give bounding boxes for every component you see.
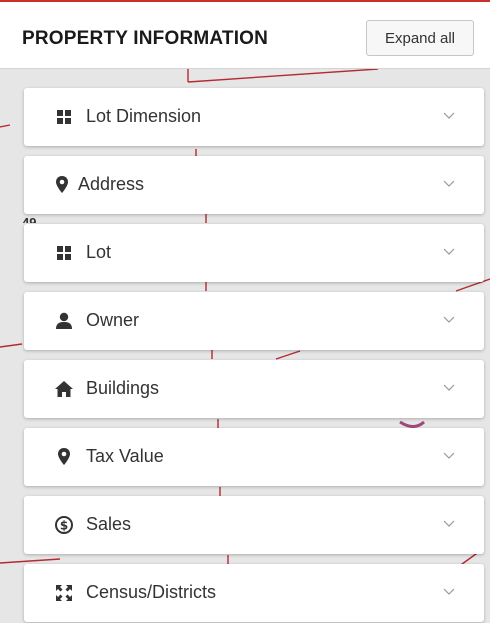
chevron-down-icon	[443, 316, 455, 323]
grid-icon	[57, 110, 71, 124]
chevron-down-icon	[443, 384, 455, 391]
chevron-down-icon	[443, 520, 455, 527]
grid-icon	[57, 246, 71, 260]
section-owner[interactable]: Owner	[24, 292, 484, 350]
chevron-down-icon	[443, 588, 455, 595]
page-title: PROPERTY INFORMATION	[22, 28, 269, 49]
svg-text:$: $	[60, 519, 68, 533]
section-label: Census/Districts	[86, 582, 217, 602]
section-census-districts[interactable]: Census/Districts	[24, 564, 484, 622]
section-sales[interactable]: $ Sales	[24, 496, 484, 554]
section-label: Lot Dimension	[86, 106, 202, 126]
dollar-circle-icon: $	[55, 516, 73, 534]
chevron-down-icon	[443, 112, 455, 119]
section-label: Sales	[86, 514, 132, 534]
section-label: Owner	[86, 310, 140, 330]
section-buildings[interactable]: Buildings	[24, 360, 484, 418]
map-label: 49	[22, 215, 37, 223]
section-tax-value[interactable]: Tax Value	[24, 428, 484, 486]
section-lot-dimension[interactable]: Lot Dimension	[24, 88, 484, 146]
chevron-down-icon	[443, 452, 455, 459]
section-label: Buildings	[86, 378, 160, 398]
map-marker-icon	[58, 448, 70, 465]
section-address[interactable]: Address	[24, 156, 484, 214]
section-lot[interactable]: Lot	[24, 224, 484, 282]
chevron-down-icon	[443, 248, 455, 255]
home-icon	[55, 381, 73, 397]
expand-all-button[interactable]: Expand all	[366, 20, 474, 56]
expand-arrows-icon	[56, 585, 72, 601]
panel-header: PROPERTY INFORMATION Expand all	[0, 2, 490, 68]
section-label: Tax Value	[86, 446, 164, 466]
section-label: Address	[78, 174, 145, 194]
section-label: Lot	[86, 242, 112, 262]
chevron-down-icon	[443, 180, 455, 187]
user-icon	[56, 312, 72, 329]
map-marker-icon	[56, 176, 68, 193]
